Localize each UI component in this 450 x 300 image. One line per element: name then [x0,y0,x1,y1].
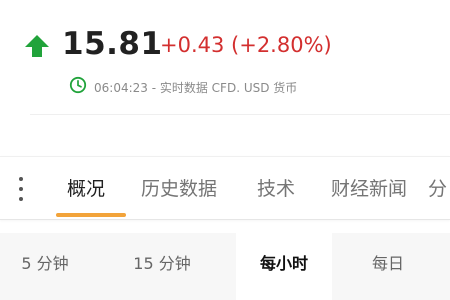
interval-daily[interactable]: 每日 [340,233,436,300]
interval-hourly[interactable]: 每小时 [236,233,332,300]
divider [30,114,450,115]
more-vertical-icon[interactable] [14,174,28,204]
active-tab-indicator [56,213,126,217]
current-price: 15.81 [62,26,163,62]
arrow-up-icon [25,35,49,57]
clock-icon [69,76,87,94]
market-status: 06:04:23 - 实时数据 CFD. USD 货币 [94,81,298,95]
tab-historical-data[interactable]: 历史数据 [141,174,217,201]
interval-15-minutes[interactable]: 15 分钟 [114,233,210,300]
tab-next-partial[interactable]: 分 [428,174,447,201]
interval-5-minutes[interactable]: 5 分钟 [0,233,90,300]
tab-overview[interactable]: 概况 [67,174,105,201]
quote-page: 15.81 +0.43 (+2.80%) 06:04:23 - 实时数据 CFD… [0,0,450,300]
price-change: +0.43 (+2.80%) [160,33,332,57]
tab-news[interactable]: 财经新闻 [331,174,407,201]
tab-technical[interactable]: 技术 [257,174,295,201]
interval-selector: 5 分钟 15 分钟 每小时 每日 [0,233,450,300]
tab-bar: 概况 历史数据 技术 财经新闻 分 [0,156,450,220]
